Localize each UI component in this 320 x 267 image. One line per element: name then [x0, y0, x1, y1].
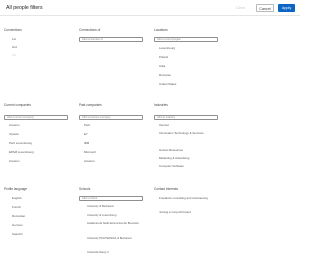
language-option[interactable]: Romanian	[12, 214, 25, 219]
current-company-option[interactable]: Amazon	[9, 123, 20, 128]
past-company-option[interactable]: Amazon	[84, 159, 95, 164]
location-option[interactable]: India	[159, 64, 165, 69]
locations-input[interactable]: Add a country/region	[154, 37, 218, 42]
industry-option[interactable]: Human Resources	[159, 148, 183, 153]
past-companies-title: Past companies	[79, 103, 102, 107]
past-company-option[interactable]: Microsoft	[84, 150, 96, 155]
industry-option[interactable]: Computer Software	[159, 164, 184, 169]
industries-title: Industries	[154, 103, 168, 107]
past-company-option[interactable]: PwC	[84, 123, 90, 128]
contact-interest-option[interactable]: Freelance consulting and volunteering	[159, 196, 213, 201]
connections-title: Connections	[4, 28, 22, 32]
school-option[interactable]: University of Bucharest	[87, 205, 114, 209]
language-option[interactable]: German	[12, 223, 22, 228]
connections-of-input[interactable]: Add connection of	[79, 37, 143, 42]
current-company-option[interactable]: Upwork	[9, 132, 19, 137]
school-option[interactable]: University of Luxembourg	[87, 214, 116, 218]
past-company-option[interactable]: IBM	[84, 141, 89, 146]
location-option[interactable]: United States	[159, 82, 176, 87]
current-companies-input[interactable]: Add a current company	[4, 115, 68, 120]
location-option[interactable]: Poland	[159, 55, 168, 60]
school-option[interactable]: University POLITEHNICA of Bucharest	[87, 237, 143, 241]
modal-header: All people filters Clear Cancel Apply	[0, 0, 300, 16]
contact-interests-title: Contact interests	[154, 187, 178, 191]
locations-title: Locations	[154, 28, 168, 32]
current-company-option[interactable]: EPAM Luxembourg	[9, 150, 34, 155]
past-companies-input[interactable]: Add a previous company	[79, 115, 143, 120]
language-option[interactable]: English	[12, 196, 21, 201]
connection-1st-option[interactable]: 1st	[12, 37, 16, 42]
industry-option[interactable]: Information Technology & Services	[159, 131, 214, 136]
past-company-option[interactable]: EY	[84, 132, 88, 137]
current-company-option[interactable]: PwC Luxembourg	[9, 141, 32, 146]
clear-button[interactable]: Clear	[235, 4, 246, 12]
school-option[interactable]: Academia de Studii Economice din Bucures…	[87, 222, 143, 226]
connection-2nd-option[interactable]: 2nd	[12, 45, 17, 50]
location-option[interactable]: Luxembourg	[159, 46, 175, 51]
cancel-button[interactable]: Cancel	[256, 4, 274, 12]
apply-button[interactable]: Apply	[278, 4, 295, 12]
industry-option[interactable]: Internet	[159, 123, 169, 128]
location-option[interactable]: Romania	[159, 73, 171, 78]
schools-input[interactable]: Add a school	[79, 196, 143, 201]
connection-3rd-option[interactable]: 3rd	[12, 53, 16, 58]
current-company-option[interactable]: Amazon	[9, 159, 20, 164]
contact-interest-option[interactable]: Joining a nonprofit board	[159, 210, 191, 215]
language-option[interactable]: Spanish	[12, 232, 22, 237]
industry-option[interactable]: Marketing & Advertising	[159, 156, 189, 161]
industries-input[interactable]: Add an industry	[154, 115, 218, 120]
connections-of-title: Connections of	[79, 28, 101, 32]
school-option[interactable]: Universitè Nancy 2	[87, 251, 109, 255]
profile-language-title: Profile language	[4, 187, 28, 191]
modal-title: All people filters	[6, 5, 43, 11]
language-option[interactable]: French	[12, 205, 21, 210]
schools-title: Schools	[79, 187, 91, 191]
current-companies-title: Current companies	[4, 103, 31, 107]
